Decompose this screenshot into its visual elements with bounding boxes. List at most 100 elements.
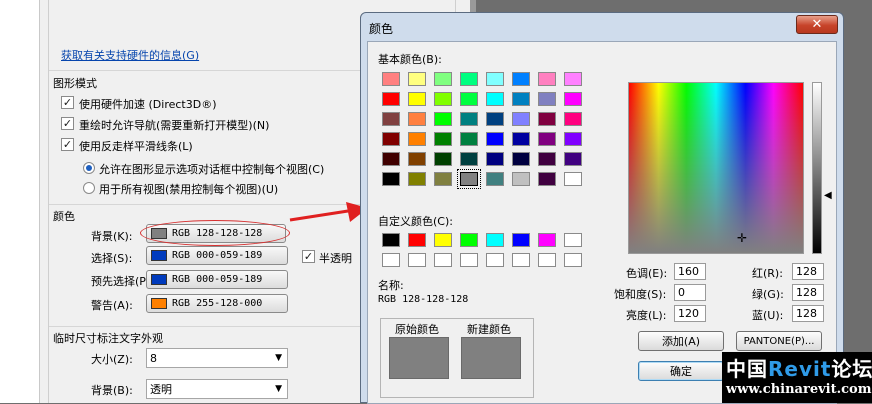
basic-color-cell[interactable] xyxy=(380,70,406,90)
basic-color-cell[interactable] xyxy=(406,170,432,190)
custom-color-cell[interactable] xyxy=(380,251,406,271)
basic-color-cell[interactable] xyxy=(457,169,484,190)
hardware-accel-label: 使用硬件加速 (Direct3D®) xyxy=(79,98,217,111)
custom-color-cell[interactable] xyxy=(510,251,536,271)
basic-color-cell[interactable] xyxy=(536,170,562,190)
basic-color-cell[interactable] xyxy=(484,130,510,150)
basic-color-cell[interactable] xyxy=(536,110,562,130)
basic-color-cell[interactable] xyxy=(406,70,432,90)
basic-color-cell[interactable] xyxy=(562,130,588,150)
antialias-checkbox[interactable]: ✓ xyxy=(61,138,74,151)
color-spectrum[interactable]: ✛ xyxy=(628,82,804,254)
pantone-button[interactable]: PANTONE(P)... xyxy=(736,331,822,351)
watermark-logo: 中国Revit论坛 xyxy=(726,357,872,381)
hardware-accel-checkbox[interactable]: ✓ xyxy=(61,96,74,109)
luminance-slider[interactable] xyxy=(812,82,822,254)
custom-color-cell[interactable] xyxy=(510,231,536,251)
basic-color-cell[interactable] xyxy=(458,130,484,150)
color-swatch xyxy=(408,253,426,267)
basic-color-cell[interactable] xyxy=(510,70,536,90)
saturation-input[interactable]: 0 xyxy=(674,284,706,301)
basic-color-cell[interactable] xyxy=(380,170,406,190)
selection-color-button[interactable]: RGB 000-059-189 xyxy=(146,246,288,265)
basic-color-cell[interactable] xyxy=(536,150,562,170)
basic-color-cell[interactable] xyxy=(562,150,588,170)
basic-color-cell[interactable] xyxy=(510,110,536,130)
basic-color-cell[interactable] xyxy=(562,110,588,130)
name-label: 名称: xyxy=(378,279,404,292)
basic-color-cell[interactable] xyxy=(406,150,432,170)
basic-color-cell[interactable] xyxy=(406,90,432,110)
basic-color-cell[interactable] xyxy=(562,170,588,190)
hue-input[interactable]: 160 xyxy=(674,263,706,280)
basic-color-cell[interactable] xyxy=(380,130,406,150)
color-swatch xyxy=(538,172,556,186)
basic-color-cell[interactable] xyxy=(484,90,510,110)
basic-color-cell[interactable] xyxy=(484,150,510,170)
basic-color-cell[interactable] xyxy=(432,170,458,190)
custom-color-cell[interactable] xyxy=(406,231,432,251)
red-input[interactable]: 128 xyxy=(792,263,824,280)
basic-color-cell[interactable] xyxy=(406,130,432,150)
basic-color-cell[interactable] xyxy=(380,110,406,130)
basic-color-cell[interactable] xyxy=(562,90,588,110)
basic-color-cell[interactable] xyxy=(510,150,536,170)
basic-color-cell[interactable] xyxy=(562,70,588,90)
color-swatch xyxy=(564,233,582,247)
per-view-control-radio[interactable] xyxy=(83,162,95,174)
basic-color-cell[interactable] xyxy=(432,70,458,90)
custom-color-cell[interactable] xyxy=(458,231,484,251)
custom-color-cell[interactable] xyxy=(484,251,510,271)
color-swatch xyxy=(460,72,478,86)
basic-color-cell[interactable] xyxy=(458,150,484,170)
custom-color-cell[interactable] xyxy=(380,231,406,251)
basic-color-cell[interactable] xyxy=(458,90,484,110)
hardware-info-link[interactable]: 获取有关支持硬件的信息(G) xyxy=(61,47,199,63)
add-custom-color-button[interactable]: 添加(A) xyxy=(638,331,724,351)
custom-color-cell[interactable] xyxy=(484,231,510,251)
custom-color-cell[interactable] xyxy=(406,251,432,271)
basic-color-cell[interactable] xyxy=(484,110,510,130)
custom-color-cell[interactable] xyxy=(562,251,588,271)
basic-color-cell[interactable] xyxy=(432,90,458,110)
basic-color-cell[interactable] xyxy=(432,130,458,150)
highlight-ellipse xyxy=(140,220,290,246)
text-size-combo[interactable]: 8 ▼ xyxy=(146,348,288,368)
basic-color-cell[interactable] xyxy=(380,90,406,110)
basic-colors-grid xyxy=(380,70,590,190)
custom-color-cell[interactable] xyxy=(536,231,562,251)
preselection-color-button[interactable]: RGB 000-059-189 xyxy=(146,270,288,289)
basic-color-cell[interactable] xyxy=(536,130,562,150)
custom-color-cell[interactable] xyxy=(432,251,458,271)
custom-colors-grid xyxy=(380,231,590,271)
semi-transparent-checkbox[interactable]: ✓ xyxy=(302,250,315,263)
basic-color-cell[interactable] xyxy=(510,130,536,150)
basic-color-cell[interactable] xyxy=(484,70,510,90)
ok-button[interactable]: 确定 xyxy=(638,361,724,381)
basic-color-cell[interactable] xyxy=(536,90,562,110)
blue-input[interactable]: 128 xyxy=(792,305,824,322)
basic-color-cell[interactable] xyxy=(484,170,510,190)
basic-color-cell[interactable] xyxy=(458,70,484,90)
text-background-combo[interactable]: 透明 ▼ xyxy=(146,379,288,399)
basic-color-cell[interactable] xyxy=(458,110,484,130)
basic-color-cell[interactable] xyxy=(432,110,458,130)
custom-color-cell[interactable] xyxy=(562,231,588,251)
basic-color-cell[interactable] xyxy=(406,110,432,130)
basic-color-cell[interactable] xyxy=(510,170,536,190)
custom-color-cell[interactable] xyxy=(458,251,484,271)
luminance-input[interactable]: 120 xyxy=(674,305,706,322)
alert-color-button[interactable]: RGB 255-128-000 xyxy=(146,294,288,313)
green-input[interactable]: 128 xyxy=(792,284,824,301)
custom-color-cell[interactable] xyxy=(432,231,458,251)
custom-color-cell[interactable] xyxy=(536,251,562,271)
all-views-radio[interactable] xyxy=(83,182,95,194)
basic-color-cell[interactable] xyxy=(432,150,458,170)
redraw-nav-checkbox[interactable]: ✓ xyxy=(61,117,74,130)
basic-color-cell[interactable] xyxy=(510,90,536,110)
basic-color-cell[interactable] xyxy=(380,150,406,170)
basic-color-cell[interactable] xyxy=(536,70,562,90)
slider-pointer-icon[interactable]: ◀ xyxy=(824,190,832,201)
color-swatch xyxy=(434,72,452,86)
close-button[interactable]: ✕ xyxy=(796,15,838,34)
